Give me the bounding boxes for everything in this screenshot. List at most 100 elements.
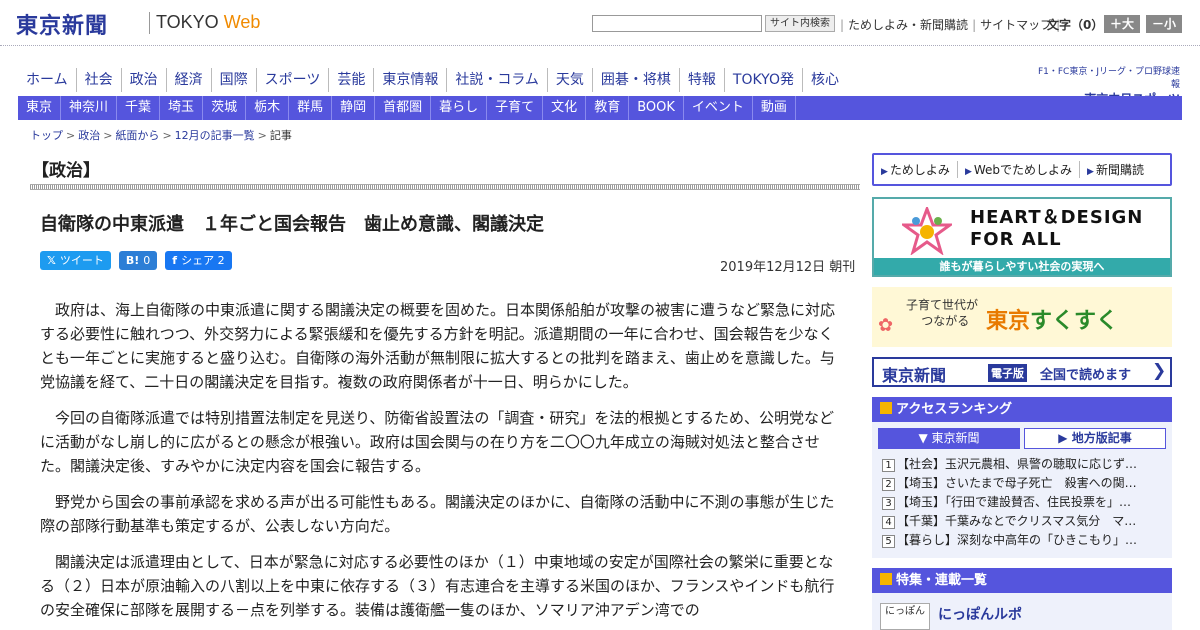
subnav-event[interactable]: イベント: [684, 96, 753, 120]
facebook-icon: f: [172, 254, 178, 267]
hatena-icon: B!: [125, 254, 140, 267]
subnav-kanagawa[interactable]: 神奈川: [61, 96, 118, 120]
site-search-input[interactable]: [592, 15, 762, 32]
nav-economy[interactable]: 経済: [167, 68, 212, 92]
fb-share-label: シェア: [181, 254, 215, 267]
subnav-video[interactable]: 動画: [753, 96, 796, 120]
subnav-tokyo[interactable]: 東京: [18, 96, 62, 120]
sitemap-link[interactable]: サイトマップ: [980, 18, 1052, 32]
tokyo-sukusuku-banner[interactable]: ✿ 子育て世代が つながる 東京すくすく: [872, 287, 1172, 347]
feature-item-title[interactable]: にっぽんルポ: [938, 604, 1022, 624]
subscribe-label: 新聞購読: [1095, 163, 1144, 177]
ranking-item[interactable]: 1 【社会】玉沢元農相、県警の聴取に応じず…: [882, 455, 1162, 474]
tab-tokyo-shimbun[interactable]: ▼ 東京新聞: [878, 428, 1020, 449]
breadcrumb-top[interactable]: トップ: [30, 129, 63, 142]
breadcrumb-shimen[interactable]: 紙面から: [115, 129, 159, 142]
site-logo[interactable]: 東京新聞: [16, 8, 108, 40]
subnav-saitama[interactable]: 埼玉: [160, 96, 204, 120]
breadcrumb-month-list[interactable]: 12月の記事一覧: [175, 129, 255, 142]
subscribe-button[interactable]: ▶ 新聞購読: [1080, 161, 1151, 178]
ranking-list: 1 【社会】玉沢元農相、県警の聴取に応じず… 2 【埼玉】さいたまで母子死亡 殺害へ…: [872, 449, 1172, 550]
facebook-share-button[interactable]: f シェア 2: [165, 251, 232, 270]
ranking-tabs: ▼ 東京新聞 ▶ 地方版記事: [872, 422, 1172, 449]
ranking-item-text: 【埼玉】さいたまで母子死亡 殺害への関…: [897, 476, 1137, 490]
tweet-label: ツイート: [59, 254, 104, 267]
subnav-chiba[interactable]: 千葉: [117, 96, 161, 120]
digital-edition-banner[interactable]: 東京新聞 電子版 全国で読めます ❯: [872, 357, 1172, 387]
nav-entertainment[interactable]: 芸能: [329, 68, 375, 92]
nav-tokyo-info[interactable]: 東京情報: [374, 68, 448, 92]
article-paragraph: 閣議決定は派遣理由として、日本が緊急に対応する必要性のほか（１）中東地域の安定が…: [40, 553, 835, 619]
ranking-item[interactable]: 2 【埼玉】さいたまで母子死亡 殺害への関…: [882, 474, 1162, 493]
subnav-ibaraki[interactable]: 茨城: [203, 96, 247, 120]
subnav-kurashi[interactable]: 暮らし: [431, 96, 488, 120]
nav-politics[interactable]: 政治: [122, 68, 167, 92]
logo-en-suffix: Web: [223, 12, 261, 32]
breadcrumb-separator: >: [257, 129, 267, 142]
nav-tokyo-hatsu[interactable]: TOKYO発: [725, 68, 803, 92]
ranking-title: アクセスランキング: [896, 402, 1012, 417]
ranking-item[interactable]: 4 【千葉】千葉みなとでクリスマス気分 マ…: [882, 512, 1162, 531]
breadcrumb-politics[interactable]: 政治: [78, 129, 100, 142]
breadcrumb-separator: >: [162, 129, 172, 142]
subnav-shizuoka[interactable]: 静岡: [332, 96, 376, 120]
nav-home[interactable]: ホーム: [18, 68, 77, 92]
trial-read-button[interactable]: ▶ ためしよみ: [874, 161, 958, 178]
web-trial-read-button[interactable]: ▶ Webでためしよみ: [958, 161, 1081, 178]
chunichi-sub: F1・FC東京・Jリーグ・プロ野球速報: [1037, 67, 1180, 90]
regional-nav: 東京 神奈川 千葉 埼玉 茨城 栃木 群馬 静岡 首都圏 暮らし 子育て 文化 …: [18, 96, 1182, 120]
subnav-kosodate[interactable]: 子育て: [487, 96, 544, 120]
nav-editorial[interactable]: 社説・コラム: [447, 68, 548, 92]
sukusuku-line1: 子育て世代が: [906, 298, 979, 312]
subnav-book[interactable]: BOOK: [629, 96, 684, 120]
ranking-header: アクセスランキング: [872, 397, 1172, 422]
denshi-badge: 電子版: [988, 364, 1027, 382]
triangle-down-icon: ▼: [918, 431, 932, 445]
font-smaller-button[interactable]: －小: [1146, 15, 1182, 33]
site-logo-en[interactable]: TOKYO Web: [156, 12, 260, 33]
sukusuku-title-b: すくすく: [1030, 309, 1119, 334]
ranking-item-text: 【千葉】千葉みなとでクリスマス気分 マ…: [897, 514, 1137, 528]
heart-design-logo-icon: [902, 207, 952, 255]
tab-local-articles[interactable]: ▶ 地方版記事: [1024, 428, 1166, 449]
chevron-right-icon: ❯: [1152, 361, 1167, 381]
nav-go-shogi[interactable]: 囲碁・将棋: [593, 68, 680, 92]
ranking-item[interactable]: 5 【暮らし】深刻な中高年の「ひきこもり」…: [882, 531, 1162, 550]
hatena-count: 0: [143, 254, 151, 267]
subnav-bunka[interactable]: 文化: [543, 96, 587, 120]
trial-read-label: ためしよみ: [889, 163, 950, 177]
subnav-tochigi[interactable]: 栃木: [246, 96, 290, 120]
rank-number: 3: [882, 497, 895, 510]
nav-tokuho[interactable]: 特報: [680, 68, 725, 92]
fb-share-count: 2: [217, 254, 225, 267]
nav-sports[interactable]: スポーツ: [257, 68, 330, 92]
article-date: 2019年12月12日 朝刊: [720, 260, 856, 275]
heart-design-banner[interactable]: HEART＆DESIGN FOR ALL 誰もが暮らしやすい社会の実現へ: [872, 197, 1172, 277]
ranking-item[interactable]: 3 【埼玉】「行田で建設賛否、住民投票を」…: [882, 493, 1162, 512]
share-buttons: 𝕏 ツイート B! 0 f シェア 2: [40, 251, 240, 270]
site-search-button[interactable]: サイト内検索: [765, 15, 835, 32]
rank-number: 4: [882, 516, 895, 529]
trial-subscribe-link[interactable]: ためしよみ・新聞購読: [848, 18, 968, 32]
heart-title-line2: FOR ALL: [970, 229, 1062, 250]
nav-kakushin[interactable]: 核心: [803, 68, 847, 92]
tweet-button[interactable]: 𝕏 ツイート: [40, 251, 111, 270]
subnav-gunma[interactable]: 群馬: [289, 96, 333, 120]
subnav-shutoken[interactable]: 首都圏: [375, 96, 432, 120]
rank-number: 1: [882, 459, 895, 472]
sukusuku-tagline: 子育て世代が つながる: [906, 297, 978, 329]
heart-design-title: HEART＆DESIGN FOR ALL: [970, 207, 1143, 251]
triangle-right-icon: ▶: [1058, 431, 1072, 445]
nav-weather[interactable]: 天気: [548, 68, 593, 92]
nav-international[interactable]: 国際: [212, 68, 257, 92]
section-label: 【政治】: [32, 161, 100, 181]
breadcrumb: トップ > 政治 > 紙面から >12月の記事一覧 > 記事: [30, 127, 292, 143]
tab-local-label: 地方版記事: [1071, 431, 1132, 445]
feature-thumbnail[interactable]: にっぽん: [880, 603, 930, 630]
nav-society[interactable]: 社会: [77, 68, 122, 92]
hatena-bookmark-button[interactable]: B! 0: [118, 251, 158, 270]
subnav-kyoiku[interactable]: 教育: [586, 96, 630, 120]
breadcrumb-separator: >: [103, 129, 113, 142]
font-larger-button[interactable]: ＋大: [1104, 15, 1140, 33]
heart-design-subtitle: 誰もが暮らしやすい社会の実現へ: [874, 258, 1170, 275]
